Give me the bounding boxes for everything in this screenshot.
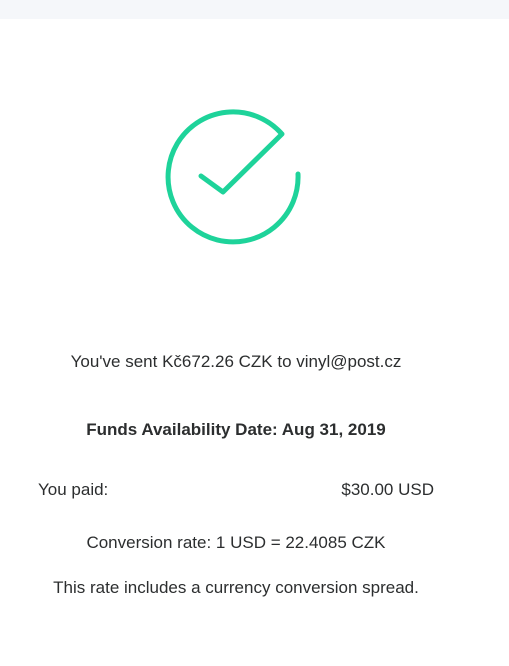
rate-note: This rate includes a currency conversion… (53, 578, 419, 597)
paid-row: You paid: $30.00 USD (38, 479, 434, 501)
conversion-rate: Conversion rate: 1 USD = 22.4085 CZK (86, 533, 386, 552)
funds-availability-date: Funds Availability Date: Aug 31, 2019 (86, 420, 386, 439)
top-bar (0, 0, 509, 19)
paid-amount: $30.00 USD (341, 480, 434, 499)
paid-label: You paid: (38, 480, 109, 499)
sent-confirmation-message: You've sent Kč672.26 CZK to vinyl@post.c… (70, 352, 402, 371)
checkmark-circle-icon (164, 107, 302, 245)
